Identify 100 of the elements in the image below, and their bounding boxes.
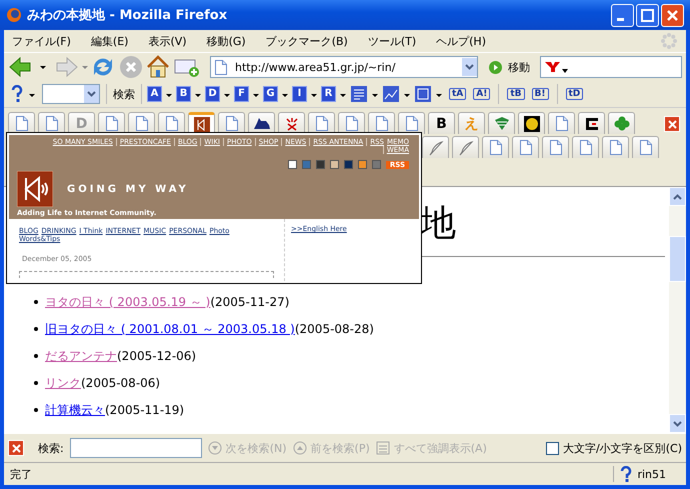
page-link[interactable]: リンク (45, 376, 81, 390)
page-icon (550, 140, 562, 155)
page-icon (580, 140, 592, 155)
window-title: みわの本拠地 - Mozilla Firefox (27, 7, 228, 24)
tab[interactable] (518, 112, 545, 134)
page-icon (556, 116, 568, 131)
chart-icon[interactable] (383, 86, 399, 102)
color-swatch[interactable] (344, 160, 353, 169)
chart-icon[interactable] (415, 86, 431, 102)
speaker-logo-icon (17, 171, 53, 207)
menu-item[interactable]: 表示(V) (148, 34, 187, 48)
close-button[interactable] (661, 4, 684, 26)
tab[interactable] (98, 112, 125, 134)
tab[interactable] (8, 112, 35, 134)
search-engine-button[interactable]: R (322, 87, 335, 101)
page-icon (610, 140, 622, 155)
up-circle-icon (292, 441, 307, 455)
search-engine-button[interactable]: F (235, 87, 248, 101)
tab[interactable] (308, 112, 335, 134)
play-icon (488, 60, 504, 74)
status-user: rin51 (637, 468, 666, 480)
page-link[interactable]: ヨタの日々 ( 2003.05.19 ～ ) (45, 295, 210, 309)
date-text: (2005-11-19) (105, 403, 184, 417)
url-dropdown-button[interactable] (462, 58, 478, 76)
search-engine-button[interactable]: G (264, 87, 277, 101)
bullet-icon (34, 408, 38, 412)
match-case-checkbox[interactable]: 大文字/小文字を区別(C) (546, 440, 682, 456)
chevron-down-icon (673, 420, 682, 426)
tab[interactable] (338, 112, 365, 134)
color-swatch[interactable] (372, 160, 381, 169)
browser-logo-icon (6, 7, 22, 23)
bullet-icon (34, 300, 38, 304)
page-link[interactable]: 計算機云々 (45, 403, 105, 417)
color-swatch[interactable] (288, 160, 297, 169)
minimize-button[interactable] (611, 4, 634, 26)
frame-icon (584, 116, 600, 132)
menu-item[interactable]: ヘルプ(H) (436, 34, 486, 48)
find-input[interactable] (70, 438, 202, 458)
page-link[interactable]: 旧ヨタの日々 ( 2001.08.01 ～ 2003.05.18 ) (45, 322, 295, 336)
close-find-bar-button[interactable] (8, 440, 24, 456)
bookmark-service-button[interactable]: A! (473, 88, 490, 100)
search-engine-button[interactable]: I (293, 87, 306, 101)
bookmark-service-button[interactable]: tD (566, 88, 584, 100)
color-swatch[interactable] (330, 160, 339, 169)
page-icon (640, 140, 652, 155)
home-icon[interactable] (145, 54, 171, 80)
search-engine-button[interactable]: B (177, 87, 190, 101)
tab[interactable] (578, 112, 605, 134)
scroll-up-button[interactable] (669, 187, 686, 206)
tab[interactable] (188, 112, 215, 134)
tab[interactable] (248, 112, 275, 134)
tab[interactable]: B (428, 112, 455, 134)
coin-icon (524, 116, 540, 132)
scroll-down-button[interactable] (669, 414, 686, 433)
sparkle-icon (284, 116, 300, 132)
close-tabs-button[interactable] (664, 116, 680, 132)
search-engine-button[interactable]: D (206, 87, 219, 101)
tab[interactable] (158, 112, 185, 134)
scrollbar[interactable] (669, 187, 686, 433)
close-icon (666, 118, 678, 130)
chart-icon[interactable] (351, 86, 367, 102)
go-button[interactable]: 移動 (488, 60, 530, 74)
help-icon (620, 466, 632, 482)
url-field[interactable]: http://www.area51.gr.jp/~rin/ (210, 56, 478, 78)
color-swatch[interactable] (358, 160, 367, 169)
page-link[interactable]: だるアンテナ (45, 349, 117, 363)
status-text: 完了 (10, 466, 33, 482)
bullet-icon (34, 354, 38, 358)
clover-icon (614, 116, 630, 132)
date-text: (2005-08-28) (294, 322, 374, 336)
menu-item[interactable]: 編集(E) (90, 34, 128, 48)
help-icon[interactable] (10, 85, 24, 103)
bookmark-service-button[interactable]: tA (449, 88, 466, 100)
find-label: 検索: (38, 440, 64, 456)
search-engine-icon (544, 60, 568, 74)
tab[interactable] (278, 112, 305, 134)
scrollbar-thumb[interactable] (669, 236, 686, 282)
search-button[interactable]: 検索 (113, 86, 135, 102)
search-field[interactable] (540, 56, 682, 78)
color-swatch[interactable] (302, 160, 311, 169)
tab[interactable] (368, 112, 395, 134)
menu-item[interactable]: ファイル(F) (12, 34, 71, 48)
page-icon (520, 140, 532, 155)
page-icon (490, 140, 502, 155)
tab[interactable] (218, 112, 245, 134)
maximize-button[interactable] (636, 4, 659, 26)
tab[interactable] (398, 112, 425, 134)
bookmark-service-button[interactable]: B! (532, 88, 548, 100)
color-swatch[interactable] (316, 160, 325, 169)
tab[interactable] (38, 112, 65, 134)
menu-item[interactable]: ツール(T) (368, 34, 416, 48)
bookmark-service-button[interactable]: tB (507, 88, 525, 100)
search-combo-box[interactable] (42, 84, 100, 104)
bullet-icon (34, 326, 38, 331)
cat-icon (252, 116, 270, 130)
menu-item[interactable]: ブックマーク(B) (266, 34, 348, 48)
search-engine-button[interactable]: A (148, 87, 161, 101)
tab[interactable] (128, 112, 155, 134)
bullet-icon (34, 380, 38, 385)
menu-item[interactable]: 移動(G) (206, 34, 246, 48)
